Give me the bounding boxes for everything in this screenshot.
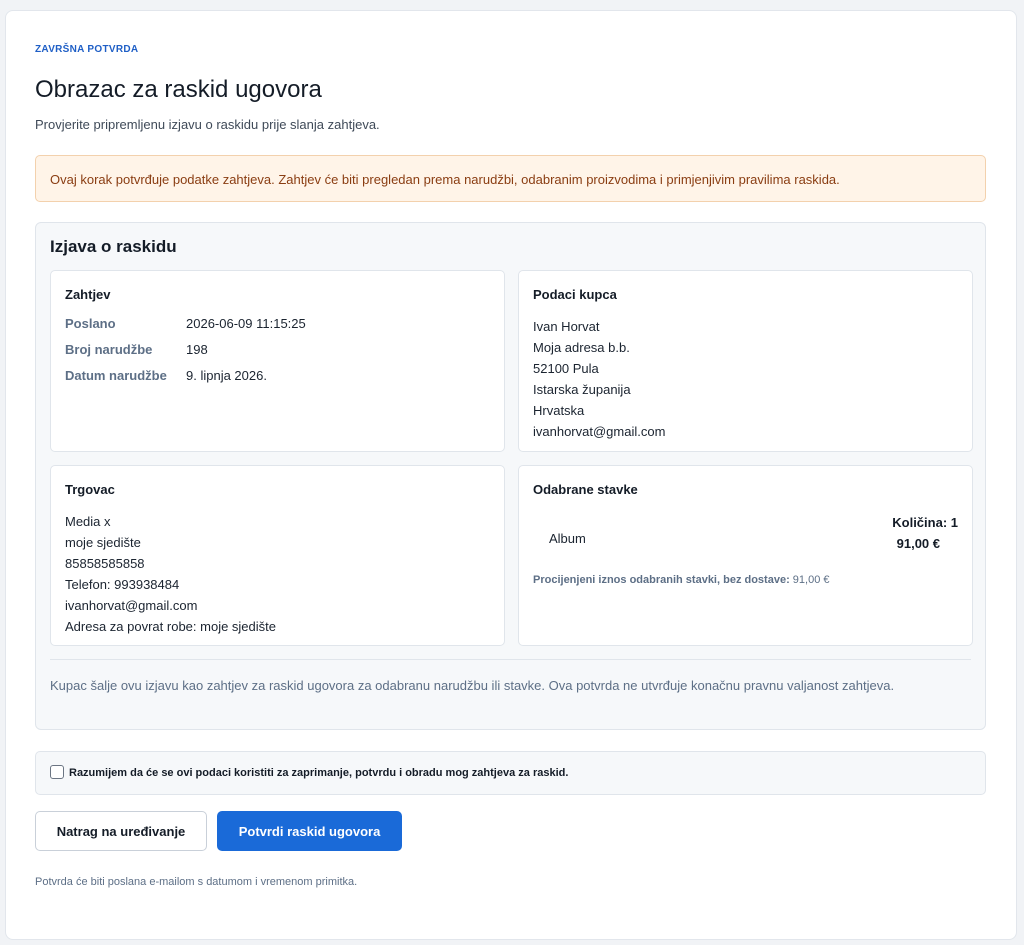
page-title: Obrazac za raskid ugovora — [35, 76, 322, 103]
item-quantity: Količina: 1 — [892, 515, 958, 530]
merchant-return-address: Adresa za povrat robe: moje sjedište — [65, 619, 276, 634]
item-name: Album — [549, 531, 586, 546]
request-row-order-date: Datum narudžbe 9. lipnja 2026. — [65, 368, 490, 394]
item-price: 91,00 € — [896, 536, 940, 551]
request-value: 198 — [186, 342, 208, 357]
request-heading: Zahtjev — [65, 287, 111, 302]
merchant-name: Media x — [65, 514, 111, 529]
customer-country: Hrvatska — [533, 403, 585, 418]
merchant-seat: moje sjedište — [65, 535, 141, 550]
request-row-order-number: Broj narudžbe 198 — [65, 342, 490, 368]
statement-disclaimer: Kupac šalje ovu izjavu kao zahtjev za ra… — [50, 678, 895, 693]
selected-items-panel: Odabrane stavke Album Količina: 1 91,00 … — [518, 465, 973, 646]
divider — [50, 659, 971, 660]
consent-label[interactable]: Razumijem da će se ovi podaci koristiti … — [69, 767, 568, 779]
list-item: Album Količina: 1 91,00 € — [533, 511, 958, 569]
request-label: Poslano — [65, 316, 116, 331]
merchant-heading: Trgovac — [65, 482, 115, 497]
estimate-line: Procijenjeni iznos odabranih stavki, bez… — [533, 574, 958, 586]
merchant-email: ivanhorvat@gmail.com — [65, 598, 198, 613]
merchant-panel: Trgovac Media x moje sjedište 8585858585… — [50, 465, 505, 646]
statement-title: Izjava o raskidu — [50, 237, 177, 256]
request-label: Datum narudžbe — [65, 368, 167, 383]
customer-panel: Podaci kupca Ivan Horvat Moja adresa b.b… — [518, 270, 973, 452]
consent-checkbox[interactable] — [50, 764, 64, 779]
page-subtitle: Provjerite pripremljenu izjavu o raskidu… — [35, 117, 380, 132]
estimate-label: Procijenjeni iznos odabranih stavki, bez… — [533, 574, 790, 586]
request-value: 9. lipnja 2026. — [186, 368, 267, 383]
customer-name: Ivan Horvat — [533, 319, 600, 334]
merchant-id-number: 85858585858 — [65, 556, 145, 571]
estimate-value: 91,00 € — [792, 574, 830, 586]
info-notice: Ovaj korak potvrđuje podatke zahtjeva. Z… — [35, 155, 986, 202]
items-heading: Odabrane stavke — [533, 482, 638, 497]
customer-postal-city: 52100 Pula — [533, 361, 599, 376]
request-row-sent: Poslano 2026-06-09 11:15:25 — [65, 316, 490, 342]
request-value: 2026-06-09 11:15:25 — [186, 316, 306, 331]
customer-email: ivanhorvat@gmail.com — [533, 424, 666, 439]
customer-county: Istarska županija — [533, 382, 631, 397]
confirm-termination-button[interactable]: Potvrdi raskid ugovora — [217, 811, 402, 851]
merchant-phone: Telefon: 993938484 — [65, 577, 180, 592]
customer-address: Moja adresa b.b. — [533, 340, 630, 355]
page-eyebrow: ZAVRŠNA POTVRDA — [35, 44, 139, 55]
customer-heading: Podaci kupca — [533, 287, 617, 302]
back-to-edit-button[interactable]: Natrag na uređivanje — [35, 811, 207, 851]
termination-statement: Izjava o raskidu Zahtjev Poslano 2026-06… — [35, 222, 986, 730]
request-label: Broj narudžbe — [65, 342, 153, 357]
consent-box: Razumijem da će se ovi podaci koristiti … — [35, 751, 986, 795]
email-footnote: Potvrda će biti poslana e-mailom s datum… — [35, 876, 358, 888]
request-panel: Zahtjev Poslano 2026-06-09 11:15:25 Broj… — [50, 270, 505, 452]
